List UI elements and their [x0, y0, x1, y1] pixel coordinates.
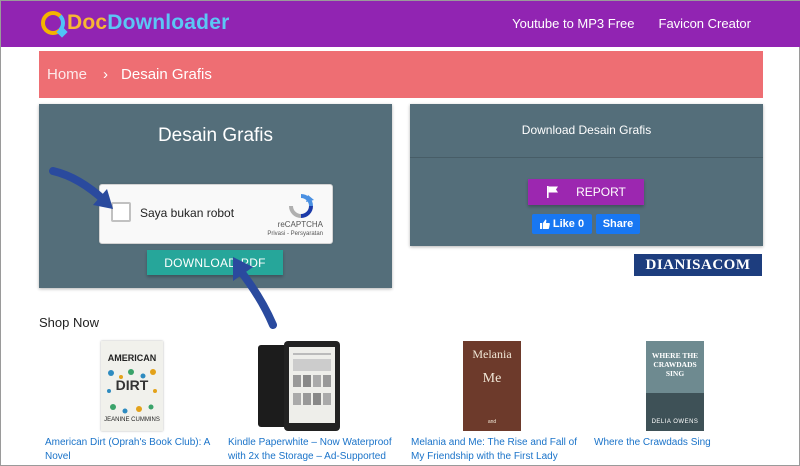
nav-link-youtube-mp3[interactable]: Youtube to MP3 Free: [512, 16, 634, 31]
captcha-label: Saya bukan robot: [140, 206, 235, 220]
logo-icon: [41, 11, 65, 35]
download-card: Desain Grafis Saya bukan robot reCAPTCHA…: [39, 104, 392, 288]
cover-text: WHERE THE CRAWDADS SING: [651, 351, 699, 378]
shop-heading: Shop Now: [39, 315, 99, 330]
captcha-privacy-links[interactable]: Privasi - Persyaratan: [267, 231, 323, 237]
breadcrumb-current: Desain Grafis: [121, 66, 212, 83]
actions-card: Download Desain Grafis REPORT Like 0 Sha…: [410, 104, 763, 246]
cover-text: DIRT: [115, 377, 149, 393]
cover-author: and: [487, 419, 497, 425]
report-button[interactable]: REPORT: [528, 179, 644, 205]
site-logo[interactable]: Doc Downloader: [41, 11, 229, 35]
cover-author: DELIA OWENS: [651, 419, 699, 425]
kindle-device-image[interactable]: [284, 341, 340, 431]
recaptcha-widget: Saya bukan robot reCAPTCHA Privasi - Per…: [99, 184, 333, 244]
cover-author: JEANINE CUMMINS: [104, 417, 160, 423]
facebook-like-button[interactable]: Like 0: [532, 214, 592, 234]
download-pdf-button[interactable]: DOWNLOAD PDF: [147, 250, 283, 275]
facebook-share-button[interactable]: Share: [596, 214, 640, 234]
like-label: Like 0: [552, 218, 585, 230]
card-title-download: Download Desain Grafis: [521, 123, 652, 137]
nav-link-favicon-creator[interactable]: Favicon Creator: [659, 16, 751, 31]
thumbs-up-icon: [539, 219, 550, 229]
breadcrumb-home-link[interactable]: Home: [47, 66, 87, 83]
chevron-right-icon: ›: [103, 66, 109, 83]
captcha-brand: reCAPTCHA: [277, 220, 323, 229]
cover-text: Melania: [472, 347, 512, 361]
product-link[interactable]: Melania and Me: The Rise and Fall of My …: [411, 436, 581, 464]
book-cover-crawdads[interactable]: WHERE THE CRAWDADS SING DELIA OWENS: [646, 341, 704, 431]
watermark-badge: DIANISACOM: [634, 254, 762, 276]
navbar: Doc Downloader Youtube to MP3 Free Favic…: [1, 1, 800, 47]
recaptcha-icon: [289, 194, 314, 218]
product-link[interactable]: Where the Crawdads Sing: [594, 436, 764, 450]
product-link[interactable]: Kindle Paperwhite – Now Waterproof with …: [228, 436, 398, 464]
nav-links: Youtube to MP3 Free Favicon Creator: [512, 16, 751, 31]
flag-icon: [547, 186, 559, 198]
book-cover-american-dirt[interactable]: AMERICAN DIRT JEANINE CUMMINS: [101, 341, 163, 431]
breadcrumb: Home › Desain Grafis: [39, 51, 763, 98]
book-cover-melania-and-me[interactable]: Melania Me and: [463, 341, 521, 431]
report-button-label: REPORT: [576, 185, 626, 199]
cover-art: [646, 393, 704, 431]
screen-content: [293, 353, 331, 405]
captcha-checkbox[interactable]: [111, 202, 131, 222]
cover-text: Me: [482, 371, 502, 386]
kindle-screen: [289, 347, 335, 423]
product-link[interactable]: American Dirt (Oprah's Book Club): A Nov…: [45, 436, 215, 464]
logo-text-doc: Doc: [67, 11, 108, 34]
card-title: Desain Grafis: [157, 125, 274, 146]
divider: [410, 157, 763, 158]
logo-text-downloader: Downloader: [107, 11, 230, 34]
cover-text: AMERICAN: [107, 353, 157, 363]
